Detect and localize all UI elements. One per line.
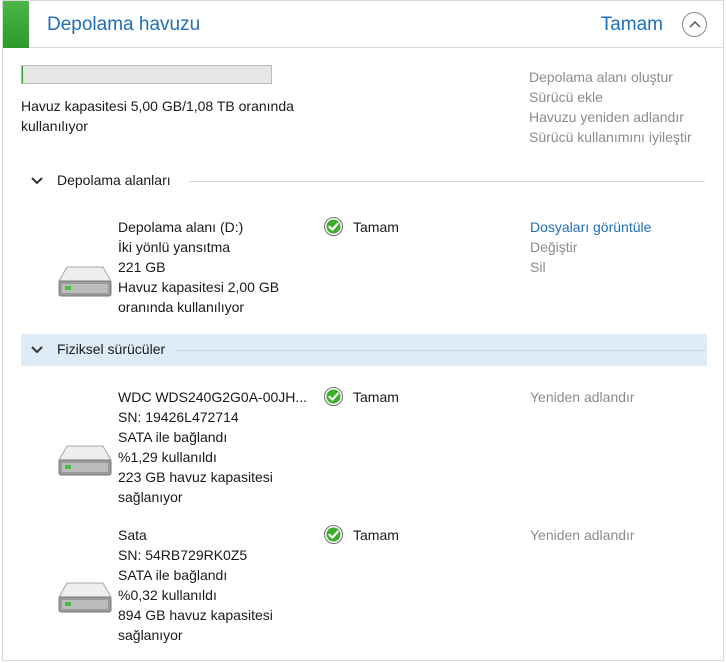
green-check-icon	[324, 217, 343, 236]
physical-drives-section-header[interactable]: Fiziksel sürücüler	[21, 334, 707, 366]
status-label: Tamam	[353, 526, 399, 543]
section-divider	[175, 350, 705, 351]
add-drive-link[interactable]: Sürücü ekle	[529, 87, 692, 107]
rename-drive-link[interactable]: Yeniden adlandır	[530, 525, 635, 545]
drive-capacity-cont: sağlanıyor	[118, 489, 183, 505]
drive-serial: SN: 19426L472714	[118, 409, 239, 425]
optimize-drive-usage-link[interactable]: Sürücü kullanımını iyileştir	[529, 127, 692, 147]
delete-link[interactable]: Sil	[530, 257, 651, 277]
drive-serial: SN: 54RB729RK0Z5	[118, 547, 248, 563]
green-check-icon	[324, 387, 343, 406]
status-label: Tamam	[353, 218, 399, 235]
collapse-button[interactable]	[682, 12, 707, 37]
create-storage-space-link[interactable]: Depolama alanı oluştur	[529, 67, 692, 87]
hard-drive-icon	[58, 443, 112, 477]
drive-2-actions: Yeniden adlandır	[530, 525, 635, 545]
rename-drive-link[interactable]: Yeniden adlandır	[530, 387, 635, 407]
storage-pool-panel: Depolama havuzu Tamam Havuz kapasitesi 5…	[2, 0, 724, 661]
capacity-bar	[21, 65, 272, 84]
storage-spaces-section-header[interactable]: Depolama alanları	[21, 165, 707, 197]
pool-title: Depolama havuzu	[47, 14, 201, 35]
hard-drive-icon	[58, 264, 112, 298]
storage-space-usage-cont: oranında kullanılıyor	[118, 299, 245, 315]
physical-drive-1-details: WDC WDS240G2G0A-00JH... SN: 19426L472714…	[118, 387, 307, 507]
capacity-bar-fill	[22, 66, 24, 83]
drive-used: %1,29 kullanıldı	[118, 449, 217, 465]
change-link[interactable]: Değiştir	[530, 237, 651, 257]
chevron-down-icon	[31, 177, 43, 185]
drive-connection: SATA ile bağlandı	[118, 567, 228, 583]
chevron-up-icon	[689, 20, 701, 28]
drive-capacity: 223 GB havuz kapasitesi	[118, 469, 273, 485]
storage-space-status: Tamam	[324, 217, 399, 236]
drive-1-actions: Yeniden adlandır	[530, 387, 635, 407]
storage-space-size: 221 GB	[118, 259, 166, 275]
section-divider	[189, 181, 705, 182]
pool-header: Depolama havuzu Tamam	[3, 1, 723, 48]
storage-space-usage: Havuz kapasitesi 2,00 GB	[118, 279, 280, 295]
storage-spaces-label: Depolama alanları	[57, 172, 171, 188]
drive-1-status: Tamam	[324, 387, 399, 406]
storage-space-actions: Dosyaları görüntüle Değiştir Sil	[530, 217, 651, 277]
view-files-link[interactable]: Dosyaları görüntüle	[530, 217, 651, 237]
status-label: Tamam	[353, 388, 399, 405]
pool-actions: Depolama alanı oluştur Sürücü ekle Havuz…	[529, 67, 692, 147]
drive-used: %0,32 kullanıldı	[118, 587, 217, 603]
storage-space-name: Depolama alanı (D:)	[118, 219, 244, 235]
capacity-text: Havuz kapasitesi 5,00 GB/1,08 TB oranınd…	[21, 98, 294, 134]
physical-drive-2-details: Sata SN: 54RB729RK0Z5 SATA ile bağlandı …	[118, 525, 273, 645]
storage-space-resiliency: İki yönlü yansıtma	[118, 239, 231, 255]
drive-name: WDC WDS240G2G0A-00JH...	[118, 389, 308, 405]
storage-space-details: Depolama alanı (D:) İki yönlü yansıtma 2…	[118, 217, 279, 317]
chevron-down-icon	[31, 346, 43, 354]
physical-drives-label: Fiziksel sürücüler	[57, 341, 166, 357]
drive-capacity-cont: sağlanıyor	[118, 627, 183, 643]
drive-name: Sata	[118, 527, 147, 543]
rename-pool-link[interactable]: Havuzu yeniden adlandır	[529, 107, 692, 127]
hard-drive-icon	[58, 580, 112, 614]
pool-status: Tamam	[600, 14, 663, 35]
drive-connection: SATA ile bağlandı	[118, 429, 228, 445]
drive-2-status: Tamam	[324, 525, 399, 544]
status-accent-bar	[3, 1, 29, 48]
drive-capacity: 894 GB havuz kapasitesi	[118, 607, 273, 623]
green-check-icon	[324, 525, 343, 544]
